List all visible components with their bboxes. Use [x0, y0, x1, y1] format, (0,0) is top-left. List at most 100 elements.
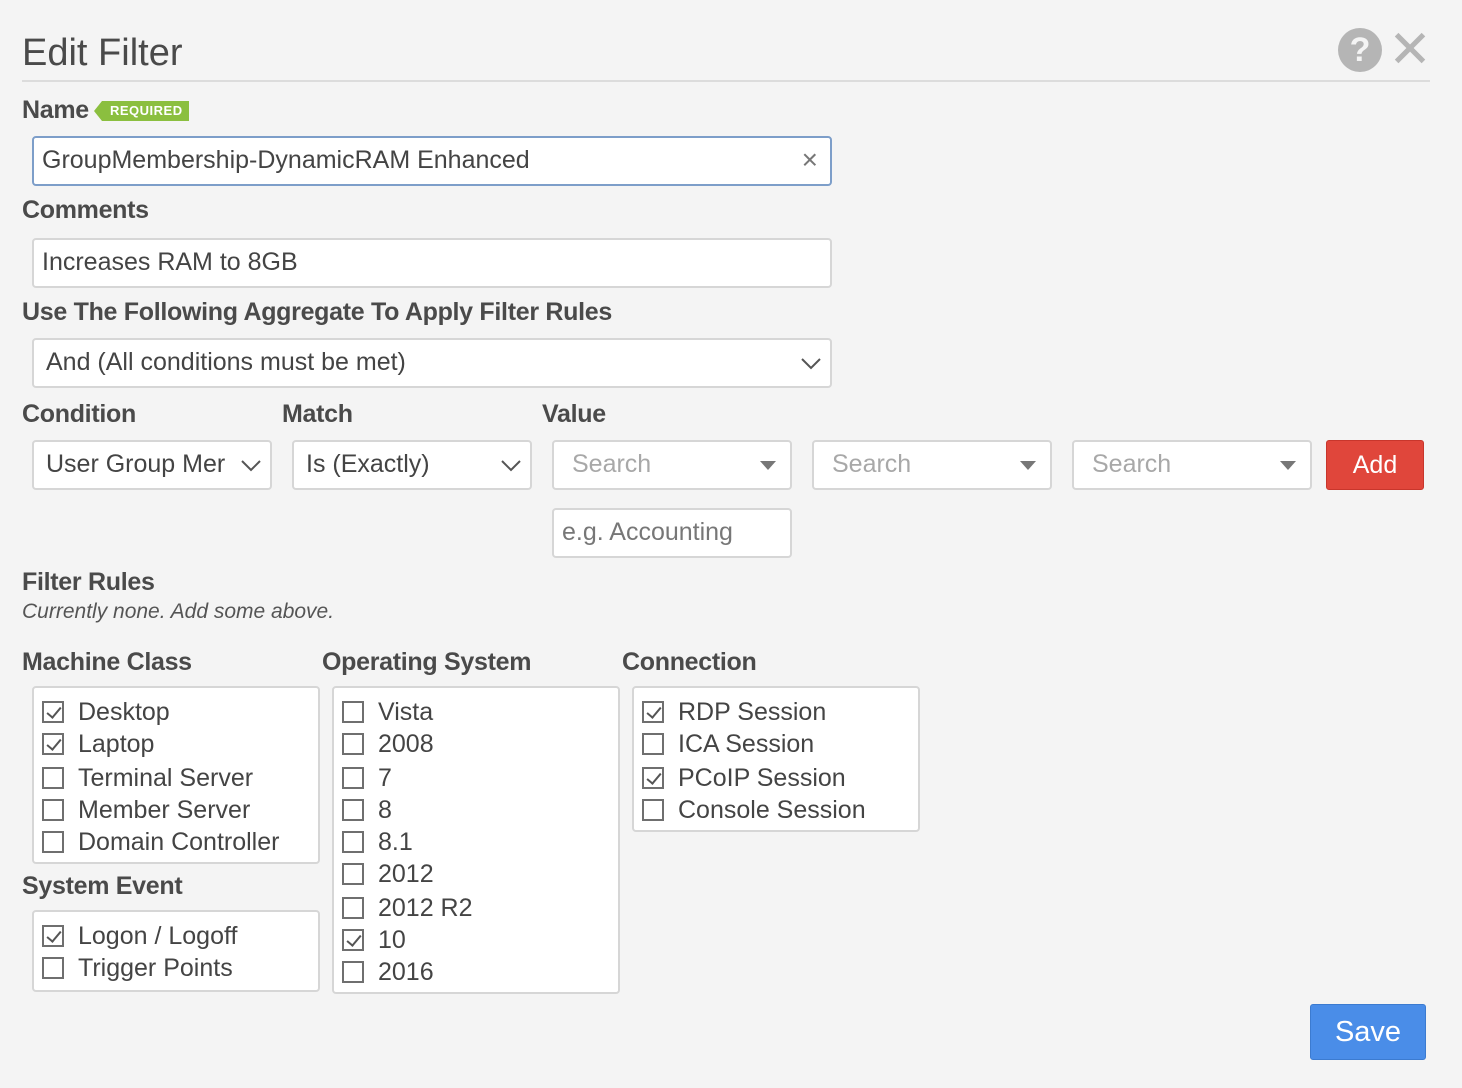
- checkbox-icon[interactable]: [342, 929, 364, 951]
- value-label: Value: [542, 400, 606, 428]
- checkbox-icon[interactable]: [342, 831, 364, 853]
- connection-label: Connection: [622, 648, 757, 676]
- checkbox-logon-logoff[interactable]: Logon / Logoff: [42, 920, 237, 952]
- checkbox-2012-r2[interactable]: 2012 R2: [342, 892, 473, 924]
- checkbox-icon[interactable]: [342, 701, 364, 723]
- system-event-list: Logon / Logoff Trigger Points: [32, 910, 320, 992]
- checkbox-icon[interactable]: [642, 701, 664, 723]
- checkbox-icon[interactable]: [42, 767, 64, 789]
- match-select-value: Is (Exactly): [306, 450, 430, 478]
- name-input[interactable]: GroupMembership-DynamicRAM Enhanced ×: [32, 136, 832, 186]
- comments-input[interactable]: Increases RAM to 8GB: [32, 238, 832, 288]
- checkbox-domain-controller[interactable]: Domain Controller: [42, 826, 279, 858]
- checkbox-icon[interactable]: [342, 863, 364, 885]
- checkbox-label: 2012 R2: [378, 893, 473, 922]
- condition-label: Condition: [22, 400, 136, 428]
- match-label: Match: [282, 400, 353, 428]
- chevron-down-icon: [240, 454, 261, 474]
- chevron-down-icon: [500, 454, 521, 474]
- checkbox-icon[interactable]: [342, 799, 364, 821]
- add-button[interactable]: Add: [1326, 440, 1424, 490]
- checkbox-pcoip-session[interactable]: PCoIP Session: [642, 762, 846, 794]
- checkbox-icon[interactable]: [42, 831, 64, 853]
- checkbox-icon[interactable]: [42, 701, 64, 723]
- checkbox-label: Laptop: [78, 729, 155, 758]
- checkbox-terminal-server[interactable]: Terminal Server: [42, 762, 253, 794]
- checkbox-8-1[interactable]: 8.1: [342, 826, 413, 858]
- checkbox-icon[interactable]: [642, 799, 664, 821]
- checkbox-desktop[interactable]: Desktop: [42, 696, 170, 728]
- checkbox-rdp-session[interactable]: RDP Session: [642, 696, 826, 728]
- caret-down-icon: [1020, 461, 1036, 470]
- value-search-select-2[interactable]: Search: [812, 440, 1052, 490]
- checkbox-label: Domain Controller: [78, 827, 280, 856]
- checkbox-trigger-points[interactable]: Trigger Points: [42, 952, 233, 984]
- checkbox-label: 2008: [378, 729, 434, 758]
- required-badge: REQUIRED: [94, 101, 189, 121]
- condition-select[interactable]: User Group Mer: [32, 440, 272, 490]
- checkbox-label: Vista: [378, 697, 434, 726]
- machine-class-label: Machine Class: [22, 648, 192, 676]
- value-search-select-1[interactable]: Search: [552, 440, 792, 490]
- checkbox-icon[interactable]: [42, 925, 64, 947]
- checkbox-icon[interactable]: [342, 897, 364, 919]
- value-search-select-3[interactable]: Search: [1072, 440, 1312, 490]
- checkbox-label: 10: [378, 925, 406, 954]
- comments-label: Comments: [22, 196, 149, 224]
- value-input-placeholder: e.g. Accounting: [562, 518, 733, 546]
- filter-rules-hint: Currently none. Add some above.: [22, 600, 335, 623]
- checkbox-label: Trigger Points: [78, 953, 233, 982]
- search-placeholder: Search: [572, 450, 652, 478]
- checkbox-member-server[interactable]: Member Server: [42, 794, 250, 826]
- checkbox-label: PCoIP Session: [678, 763, 846, 792]
- checkbox-label: Terminal Server: [78, 763, 254, 792]
- checkbox-console-session[interactable]: Console Session: [642, 794, 866, 826]
- caret-down-icon: [760, 461, 776, 470]
- checkbox-label: Member Server: [78, 795, 251, 824]
- title-divider: [22, 80, 1430, 82]
- match-select[interactable]: Is (Exactly): [292, 440, 532, 490]
- checkbox-10[interactable]: 10: [342, 924, 406, 956]
- aggregate-select-value: And (All conditions must be met): [46, 348, 406, 376]
- checkbox-label: Logon / Logoff: [78, 921, 238, 950]
- aggregate-select[interactable]: And (All conditions must be met): [32, 338, 832, 388]
- checkbox-label: 2012: [378, 859, 434, 888]
- checkbox-label: Console Session: [678, 795, 866, 824]
- close-icon[interactable]: ✕: [1388, 24, 1432, 76]
- checkbox-laptop[interactable]: Laptop: [42, 728, 154, 760]
- checkbox-2016[interactable]: 2016: [342, 956, 434, 988]
- chevron-down-icon: [800, 352, 821, 372]
- comments-input-value: Increases RAM to 8GB: [42, 248, 298, 276]
- search-placeholder: Search: [832, 450, 912, 478]
- dialog-title: Edit Filter: [22, 32, 183, 74]
- save-button[interactable]: Save: [1310, 1004, 1426, 1060]
- checkbox-label: 8: [378, 795, 392, 824]
- checkbox-vista[interactable]: Vista: [342, 696, 433, 728]
- checkbox-icon[interactable]: [342, 733, 364, 755]
- filter-rules-label: Filter Rules: [22, 568, 155, 596]
- checkbox-icon[interactable]: [42, 733, 64, 755]
- caret-down-icon: [1280, 461, 1296, 470]
- value-input[interactable]: e.g. Accounting: [552, 508, 792, 558]
- checkbox-2008[interactable]: 2008: [342, 728, 434, 760]
- checkbox-icon[interactable]: [642, 733, 664, 755]
- machine-class-list: Desktop Laptop Terminal Server Member Se…: [32, 686, 320, 864]
- checkbox-icon[interactable]: [342, 961, 364, 983]
- checkbox-icon[interactable]: [42, 957, 64, 979]
- clear-icon[interactable]: ×: [802, 138, 818, 182]
- operating-system-label: Operating System: [322, 648, 532, 676]
- checkbox-label: ICA Session: [678, 729, 815, 758]
- checkbox-2012[interactable]: 2012: [342, 858, 434, 890]
- system-event-label: System Event: [22, 872, 183, 900]
- checkbox-ica-session[interactable]: ICA Session: [642, 728, 814, 760]
- checkbox-label: 7: [378, 763, 392, 792]
- help-icon[interactable]: ?: [1338, 28, 1382, 72]
- checkbox-label: 8.1: [378, 827, 413, 856]
- checkbox-icon[interactable]: [42, 799, 64, 821]
- checkbox-8[interactable]: 8: [342, 794, 392, 826]
- checkbox-icon[interactable]: [342, 767, 364, 789]
- checkbox-label: RDP Session: [678, 697, 827, 726]
- connection-list: RDP Session ICA Session PCoIP Session Co…: [632, 686, 920, 832]
- checkbox-7[interactable]: 7: [342, 762, 392, 794]
- checkbox-icon[interactable]: [642, 767, 664, 789]
